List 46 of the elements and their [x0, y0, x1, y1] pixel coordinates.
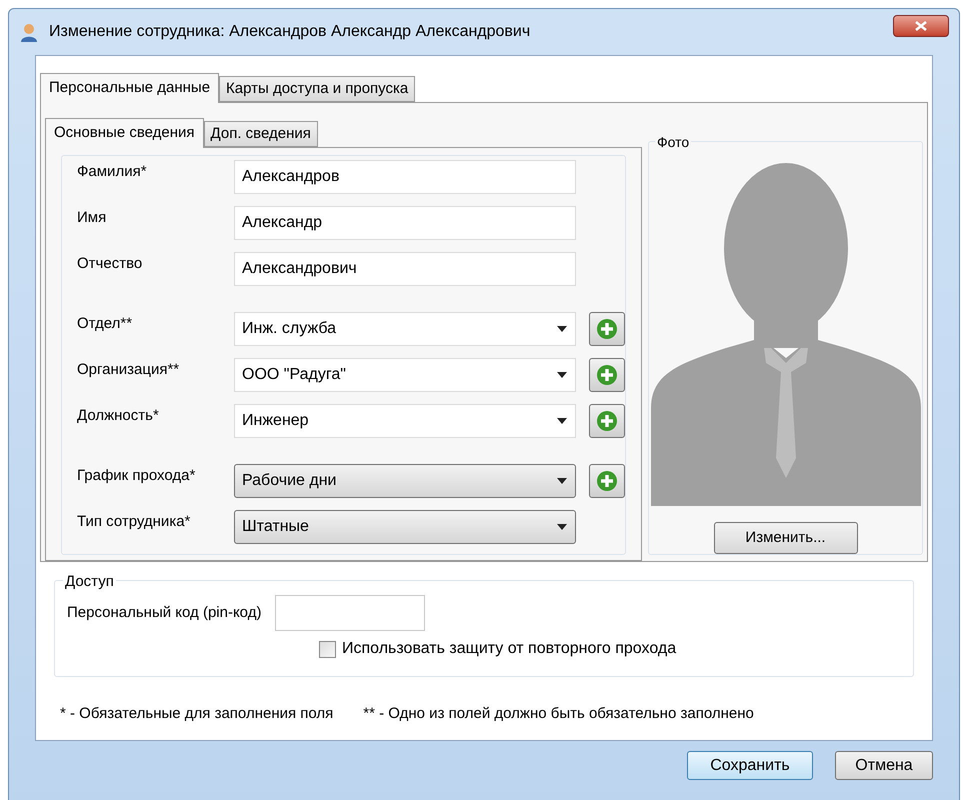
dropdown-caret-icon [557, 372, 567, 378]
add-button[interactable] [589, 358, 625, 392]
pin-label: Персональный код (pin-код) [67, 602, 262, 623]
field-label: Имя [77, 208, 108, 228]
dropdown[interactable]: ООО "Радуга" [234, 358, 576, 392]
dropdown[interactable]: Штатные [234, 510, 576, 544]
dropdown[interactable]: Инженер [234, 404, 576, 438]
plus-icon [596, 364, 618, 386]
add-button[interactable] [589, 312, 625, 346]
field-label: Отчество [77, 254, 144, 274]
tab[interactable]: Основные сведения [45, 118, 204, 148]
dropdown-caret-icon [557, 478, 567, 484]
dialog-button[interactable]: Отмена [835, 751, 933, 780]
dropdown[interactable]: Инж. служба [234, 312, 576, 346]
tab[interactable]: Доп. сведения [204, 121, 318, 147]
checkbox-label: Использовать защиту от повторного прохода [342, 639, 676, 659]
dropdown-caret-icon [557, 524, 567, 530]
field-label: Тип сотрудника* [77, 512, 192, 532]
dropdown-caret-icon [557, 326, 567, 332]
add-button[interactable] [589, 464, 625, 498]
footnote-text: * - Обязательные для заполнения поля [60, 704, 334, 724]
tab[interactable]: Персональные данные [40, 73, 220, 103]
close-icon [915, 21, 927, 31]
dropdown[interactable]: Рабочие дни [234, 464, 576, 498]
checkbox[interactable] [319, 640, 336, 658]
add-button[interactable] [589, 404, 625, 438]
window-title: Изменение сотрудника: Александров Александр Александрович [49, 22, 530, 42]
plus-icon [596, 470, 618, 492]
field-label: Должность* [77, 406, 160, 426]
pin-input-field[interactable] [275, 595, 426, 631]
tab[interactable]: Карты доступа и пропуска [219, 76, 416, 102]
person-icon [19, 22, 39, 42]
field-label: График прохода* [77, 466, 196, 486]
plus-icon [596, 318, 618, 340]
text-input-field[interactable]: Александр [234, 206, 576, 240]
text-input-field[interactable]: Александров [234, 160, 576, 194]
close-button[interactable] [893, 15, 949, 37]
dropdown-caret-icon [557, 418, 567, 424]
text-input-field[interactable]: Александрович [234, 252, 576, 286]
field-label: Фамилия* [77, 162, 148, 182]
change-photo-button[interactable]: Изменить... [714, 522, 858, 554]
plus-icon [596, 410, 618, 432]
dialog-button[interactable]: Сохранить [687, 751, 813, 780]
footnote-text: ** - Одно из полей должно быть обязательно заполнено [363, 704, 754, 724]
field-label: Организация** [77, 360, 180, 380]
field-label: Отдел** [77, 314, 134, 334]
